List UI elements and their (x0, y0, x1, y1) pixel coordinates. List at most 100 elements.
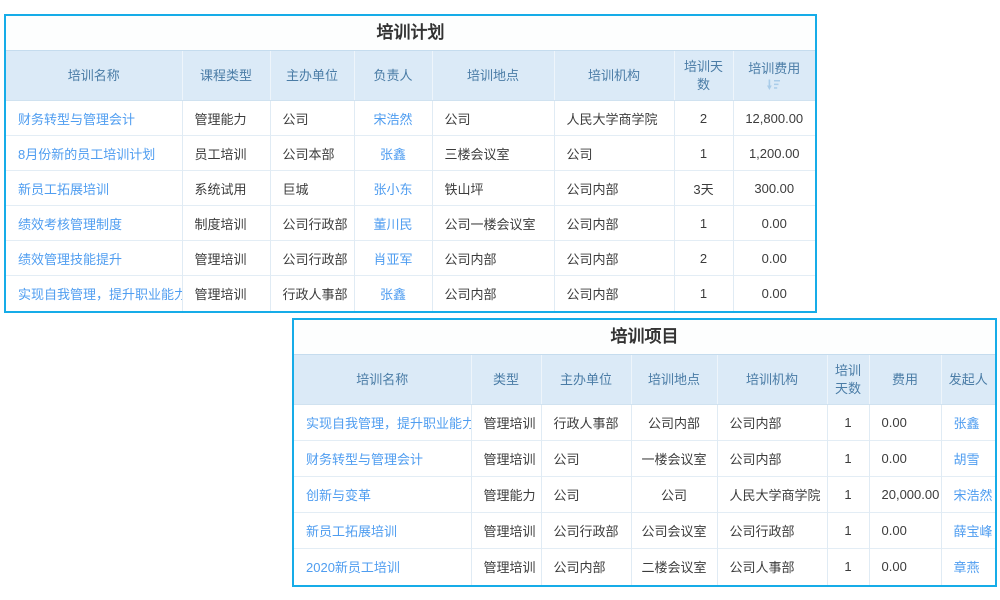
column-label: 培训天数 (835, 363, 861, 396)
training-project-table: 培训项目 培训名称类型主办单位培训地点培训机构培训天数费用发起人 实现自我管理，… (292, 318, 997, 587)
location-cell: 铁山坪 (432, 171, 554, 206)
training-name-cell: 财务转型与管理会计 (6, 101, 182, 136)
column-header-location: 培训地点 (631, 355, 717, 405)
table-body: 实现自我管理，提升职业能力管理培训行政人事部公司内部公司内部10.00张鑫财务转… (294, 405, 995, 585)
initiator-link[interactable]: 胡雪 (954, 452, 980, 467)
host-unit-cell: 公司行政部 (541, 513, 631, 549)
table-title: 培训项目 (294, 320, 995, 354)
location-cell: 一楼会议室 (631, 441, 717, 477)
owner-cell: 张鑫 (354, 276, 432, 311)
table-row: 财务转型与管理会计管理培训公司一楼会议室公司内部10.00胡雪 (294, 441, 995, 477)
owner-link[interactable]: 董川民 (373, 217, 412, 232)
institution-cell: 人民大学商学院 (717, 477, 827, 513)
table-row: 财务转型与管理会计管理能力公司宋浩然公司人民大学商学院212,800.00 (6, 101, 815, 136)
initiator-link[interactable]: 张鑫 (954, 416, 980, 431)
days-cell: 3天 (674, 171, 733, 206)
type-cell: 管理培训 (471, 549, 541, 585)
table-row: 实现自我管理，提升职业能力管理培训行政人事部公司内部公司内部10.00张鑫 (294, 405, 995, 441)
owner-link[interactable]: 肖亚军 (373, 252, 412, 267)
training-name-link[interactable]: 绩效管理技能提升 (18, 252, 122, 267)
header-row: 培训名称类型主办单位培训地点培训机构培训天数费用发起人 (294, 355, 995, 405)
institution-cell: 公司内部 (717, 441, 827, 477)
initiator-cell: 胡雪 (941, 441, 995, 477)
fee-cell: 0.00 (733, 241, 815, 276)
institution-cell: 公司内部 (554, 241, 674, 276)
location-cell: 公司内部 (432, 276, 554, 311)
column-header-training-name: 培训名称 (6, 51, 182, 101)
training-project-grid: 培训名称类型主办单位培训地点培训机构培训天数费用发起人 实现自我管理，提升职业能… (294, 354, 995, 585)
table-row: 绩效考核管理制度制度培训公司行政部董川民公司一楼会议室公司内部10.00 (6, 206, 815, 241)
training-name-cell: 实现自我管理，提升职业能力 (6, 276, 182, 311)
training-name-link[interactable]: 新员工拓展培训 (18, 182, 109, 197)
location-cell: 公司一楼会议室 (432, 206, 554, 241)
training-name-link[interactable]: 创新与变革 (306, 488, 371, 503)
training-name-link[interactable]: 2020新员工培训 (306, 560, 400, 575)
training-name-link[interactable]: 实现自我管理，提升职业能力 (306, 416, 471, 431)
sort-icon[interactable] (740, 79, 810, 91)
column-label: 培训天数 (684, 59, 723, 92)
column-header-host-unit: 主办单位 (541, 355, 631, 405)
owner-link[interactable]: 宋浩然 (373, 112, 412, 127)
course-type-cell: 管理能力 (182, 101, 270, 136)
column-label: 类型 (493, 372, 519, 387)
fee-cell: 1,200.00 (733, 136, 815, 171)
training-name-cell: 新员工拓展培训 (6, 171, 182, 206)
training-name-link[interactable]: 8月份新的员工培训计划 (18, 147, 155, 162)
training-name-cell: 创新与变革 (294, 477, 471, 513)
training-name-cell: 新员工拓展培训 (294, 513, 471, 549)
column-header-fee[interactable]: 培训费用 (733, 51, 815, 101)
header-row: 培训名称课程类型主办单位负责人培训地点培训机构培训天数培训费用 (6, 51, 815, 101)
page: 培训计划 培训名称课程类型主办单位负责人培训地点培训机构培训天数培训费用 财务转… (0, 0, 1000, 600)
column-label: 培训机构 (746, 372, 798, 387)
column-header-days: 培训天数 (827, 355, 869, 405)
initiator-cell: 张鑫 (941, 405, 995, 441)
column-label: 主办单位 (560, 372, 612, 387)
institution-cell: 公司 (554, 136, 674, 171)
table-row: 8月份新的员工培训计划员工培训公司本部张鑫三楼会议室公司11,200.00 (6, 136, 815, 171)
type-cell: 管理培训 (471, 405, 541, 441)
host-unit-cell: 公司 (270, 101, 354, 136)
course-type-cell: 制度培训 (182, 206, 270, 241)
column-label: 培训机构 (588, 68, 640, 83)
type-cell: 管理能力 (471, 477, 541, 513)
location-cell: 公司内部 (631, 405, 717, 441)
host-unit-cell: 巨城 (270, 171, 354, 206)
training-name-link[interactable]: 实现自我管理，提升职业能力 (18, 287, 182, 302)
owner-link[interactable]: 张小东 (373, 182, 412, 197)
fee-cell: 0.00 (869, 513, 941, 549)
training-name-link[interactable]: 新员工拓展培训 (306, 524, 397, 539)
training-name-link[interactable]: 绩效考核管理制度 (18, 217, 122, 232)
initiator-link[interactable]: 宋浩然 (954, 488, 993, 503)
owner-link[interactable]: 张鑫 (380, 287, 406, 302)
column-header-type: 类型 (471, 355, 541, 405)
fee-cell: 0.00 (869, 405, 941, 441)
days-cell: 1 (674, 276, 733, 311)
training-name-link[interactable]: 财务转型与管理会计 (306, 452, 423, 467)
institution-cell: 公司内部 (717, 405, 827, 441)
days-cell: 1 (674, 136, 733, 171)
column-label: 负责人 (373, 68, 412, 83)
column-header-days: 培训天数 (674, 51, 733, 101)
owner-link[interactable]: 张鑫 (380, 147, 406, 162)
type-cell: 管理培训 (471, 441, 541, 477)
initiator-cell: 章燕 (941, 549, 995, 585)
initiator-link[interactable]: 章燕 (954, 560, 980, 575)
days-cell: 2 (674, 101, 733, 136)
column-label: 主办单位 (286, 68, 338, 83)
training-name-cell: 绩效管理技能提升 (6, 241, 182, 276)
location-cell: 公司 (432, 101, 554, 136)
training-name-link[interactable]: 财务转型与管理会计 (18, 112, 135, 127)
institution-cell: 公司内部 (554, 171, 674, 206)
institution-cell: 人民大学商学院 (554, 101, 674, 136)
initiator-link[interactable]: 薛宝峰 (954, 524, 993, 539)
table-row: 实现自我管理，提升职业能力管理培训行政人事部张鑫公司内部公司内部10.00 (6, 276, 815, 311)
location-cell: 公司 (631, 477, 717, 513)
column-header-host-unit: 主办单位 (270, 51, 354, 101)
column-label: 培训地点 (467, 68, 519, 83)
fee-cell: 300.00 (733, 171, 815, 206)
initiator-cell: 薛宝峰 (941, 513, 995, 549)
days-cell: 1 (827, 513, 869, 549)
owner-cell: 宋浩然 (354, 101, 432, 136)
column-label: 培训名称 (68, 68, 120, 83)
training-plan-table: 培训计划 培训名称课程类型主办单位负责人培训地点培训机构培训天数培训费用 财务转… (4, 14, 817, 313)
